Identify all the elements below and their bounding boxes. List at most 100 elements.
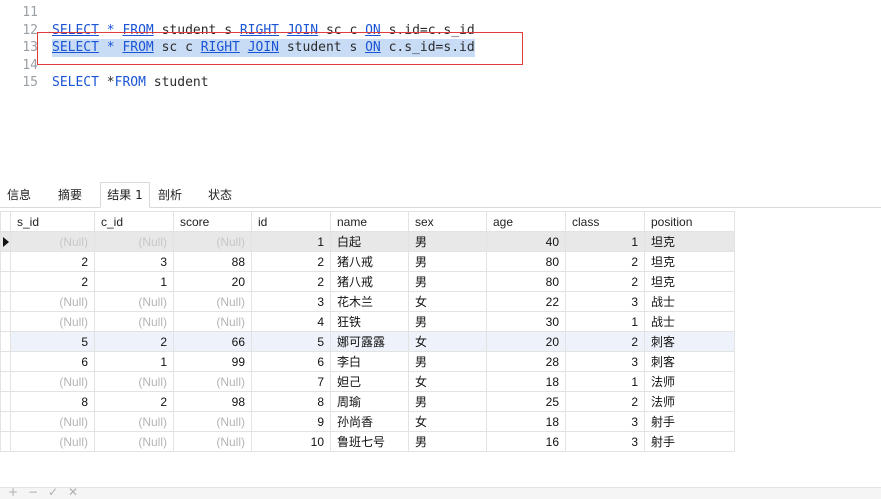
table-row[interactable]: (Null) (Null) (Null) 1 白起男 40 1 坦克 — [0, 231, 735, 252]
table-cell-s-id[interactable]: (Null) — [10, 411, 95, 432]
table-cell-score[interactable]: (Null) — [173, 371, 252, 392]
table-cell-age[interactable]: 20 — [486, 331, 566, 352]
table-cell-position[interactable]: 刺客 — [644, 331, 735, 352]
table-cell-age[interactable]: 22 — [486, 291, 566, 312]
table-cell-c-id[interactable]: (Null) — [94, 311, 174, 332]
column-header-s-id[interactable]: s_id — [10, 211, 95, 232]
table-cell-c-id[interactable]: (Null) — [94, 431, 174, 452]
column-header-class[interactable]: class — [565, 211, 645, 232]
table-cell-sex[interactable]: 男 — [408, 231, 487, 252]
table-cell-age[interactable]: 28 — [486, 351, 566, 372]
table-cell-name[interactable]: 娜可露露 — [330, 331, 409, 352]
table-cell-id[interactable]: 1 — [251, 231, 331, 252]
table-cell-class[interactable]: 2 — [565, 391, 645, 412]
table-cell-s-id[interactable]: (Null) — [10, 431, 95, 452]
table-cell-class[interactable]: 2 — [565, 271, 645, 292]
table-cell-score[interactable]: 99 — [173, 351, 252, 372]
table-row[interactable]: 6 1 99 6 李白男 28 3 刺客 — [0, 351, 735, 372]
table-cell-class[interactable]: 3 — [565, 291, 645, 312]
table-cell-s-id[interactable]: (Null) — [10, 311, 95, 332]
table-cell-id[interactable]: 4 — [251, 311, 331, 332]
sql-editor[interactable]: 11 12 SELECT * FROM student s RIGHT JOIN s… — [0, 0, 881, 178]
table-cell-score[interactable]: 98 — [173, 391, 252, 412]
table-cell-id[interactable]: 6 — [251, 351, 331, 372]
row-indicator[interactable] — [0, 291, 11, 312]
table-row[interactable]: (Null) (Null) (Null) 3 花木兰女 22 3 战士 — [0, 291, 735, 312]
table-cell-position[interactable]: 法师 — [644, 371, 735, 392]
table-row[interactable]: (Null) (Null) (Null) 7 妲己女 18 1 法师 — [0, 371, 735, 392]
table-cell-score[interactable]: (Null) — [173, 411, 252, 432]
table-cell-age[interactable]: 80 — [486, 251, 566, 272]
table-cell-age[interactable]: 40 — [486, 231, 566, 252]
table-cell-score[interactable]: (Null) — [173, 431, 252, 452]
table-cell-class[interactable]: 2 — [565, 251, 645, 272]
table-cell-score[interactable]: 20 — [173, 271, 252, 292]
table-cell-score[interactable]: (Null) — [173, 291, 252, 312]
table-cell-sex[interactable]: 男 — [408, 311, 487, 332]
column-header-score[interactable]: score — [173, 211, 252, 232]
table-cell-c-id[interactable]: 2 — [94, 391, 174, 412]
row-indicator[interactable] — [0, 271, 11, 292]
table-row[interactable]: (Null) (Null) (Null) 4 狂铁男 30 1 战士 — [0, 311, 735, 332]
table-cell-class[interactable]: 2 — [565, 331, 645, 352]
column-header-id[interactable]: id — [251, 211, 331, 232]
table-cell-sex[interactable]: 男 — [408, 271, 487, 292]
table-row[interactable]: 2 1 20 2 猪八戒男 80 2 坦克 — [0, 271, 735, 292]
code-line-11[interactable]: 11 — [0, 4, 52, 22]
row-indicator[interactable] — [0, 371, 11, 392]
table-row[interactable]: 5 2 66 5 娜可露露女 20 2 刺客 — [0, 331, 735, 352]
table-cell-s-id[interactable]: 8 — [10, 391, 95, 412]
table-cell-class[interactable]: 1 — [565, 311, 645, 332]
column-header-sex[interactable]: sex — [408, 211, 487, 232]
table-cell-age[interactable]: 16 — [486, 431, 566, 452]
column-header-c-id[interactable]: c_id — [94, 211, 174, 232]
tab-profile[interactable]: 剖析 — [152, 183, 188, 207]
table-cell-sex[interactable]: 男 — [408, 251, 487, 272]
code-line-15[interactable]: 15 SELECT *FROM student — [0, 74, 208, 92]
table-cell-id[interactable]: 2 — [251, 271, 331, 292]
table-row[interactable]: (Null) (Null) (Null) 10 鲁班七号男 16 3 射手 — [0, 431, 735, 452]
table-cell-class[interactable]: 3 — [565, 351, 645, 372]
table-cell-name[interactable]: 猪八戒 — [330, 271, 409, 292]
table-cell-name[interactable]: 白起 — [330, 231, 409, 252]
row-indicator[interactable] — [0, 351, 11, 372]
table-cell-position[interactable]: 坦克 — [644, 251, 735, 272]
table-cell-id[interactable]: 2 — [251, 251, 331, 272]
table-cell-s-id[interactable]: 2 — [10, 271, 95, 292]
table-cell-sex[interactable]: 男 — [408, 431, 487, 452]
table-cell-c-id[interactable]: 1 — [94, 271, 174, 292]
row-indicator[interactable] — [0, 431, 11, 452]
table-cell-age[interactable]: 80 — [486, 271, 566, 292]
table-cell-class[interactable]: 1 — [565, 231, 645, 252]
tab-info[interactable]: 信息 — [4, 183, 34, 207]
table-cell-class[interactable]: 1 — [565, 371, 645, 392]
table-cell-id[interactable]: 10 — [251, 431, 331, 452]
table-cell-name[interactable]: 李白 — [330, 351, 409, 372]
table-row[interactable]: 8 2 98 8 周瑜男 25 2 法师 — [0, 391, 735, 412]
column-header-position[interactable]: position — [644, 211, 735, 232]
table-cell-position[interactable]: 刺客 — [644, 351, 735, 372]
table-cell-sex[interactable]: 男 — [408, 351, 487, 372]
table-row[interactable]: (Null) (Null) (Null) 9 孙尚香女 18 3 射手 — [0, 411, 735, 432]
table-cell-name[interactable]: 妲己 — [330, 371, 409, 392]
table-cell-position[interactable]: 坦克 — [644, 231, 735, 252]
apply-button[interactable]: ✓ — [48, 485, 58, 499]
table-cell-c-id[interactable]: (Null) — [94, 411, 174, 432]
table-row[interactable]: 2 3 88 2 猪八戒男 80 2 坦克 — [0, 251, 735, 272]
table-cell-position[interactable]: 战士 — [644, 291, 735, 312]
row-indicator[interactable] — [0, 311, 11, 332]
table-cell-s-id[interactable]: (Null) — [10, 291, 95, 312]
table-cell-position[interactable]: 战士 — [644, 311, 735, 332]
column-header-age[interactable]: age — [486, 211, 566, 232]
table-cell-name[interactable]: 孙尚香 — [330, 411, 409, 432]
table-cell-name[interactable]: 周瑜 — [330, 391, 409, 412]
table-cell-c-id[interactable]: (Null) — [94, 371, 174, 392]
tab-summary[interactable]: 摘要 — [52, 183, 88, 207]
table-cell-c-id[interactable]: 2 — [94, 331, 174, 352]
table-cell-score[interactable]: 66 — [173, 331, 252, 352]
table-cell-name[interactable]: 狂铁 — [330, 311, 409, 332]
table-cell-id[interactable]: 7 — [251, 371, 331, 392]
table-cell-sex[interactable]: 女 — [408, 411, 487, 432]
row-indicator[interactable] — [0, 251, 11, 272]
table-cell-c-id[interactable]: 1 — [94, 351, 174, 372]
